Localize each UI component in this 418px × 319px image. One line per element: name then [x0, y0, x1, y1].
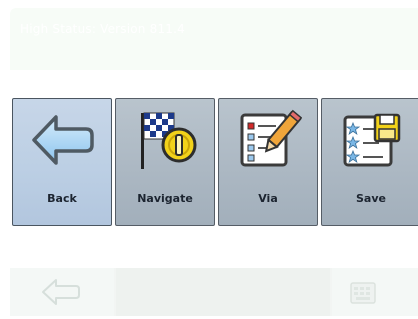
back-button[interactable]: Back — [12, 98, 112, 226]
navigate-button[interactable]: Navigate — [115, 98, 215, 226]
menu-button-row: Back Navigate Via Save — [12, 98, 418, 228]
bottom-back-button[interactable] — [40, 276, 82, 308]
checklist-pencil-icon — [236, 107, 303, 173]
back-button-label: Back — [47, 192, 77, 205]
title-bar: High Status: Version 811.4 — [10, 8, 418, 70]
via-button[interactable]: Via — [218, 98, 318, 226]
screen: High Status: Version 811.4 Back Navigate… — [0, 0, 418, 319]
arrow-left-icon — [30, 107, 96, 173]
navigate-button-label: Navigate — [137, 192, 193, 205]
page-title: High Status: Version 811.4 — [20, 22, 185, 36]
arrow-left-icon — [42, 279, 80, 305]
keyboard-icon — [350, 282, 376, 304]
bottom-toolbar-middle — [116, 268, 330, 316]
checkered-flag-icon — [133, 107, 199, 173]
via-button-label: Via — [258, 192, 278, 205]
star-list-disk-icon — [339, 107, 405, 173]
bottom-toolbar — [10, 268, 418, 316]
keyboard-button[interactable] — [350, 281, 376, 305]
save-button-label: Save — [356, 192, 386, 205]
save-button[interactable]: Save — [321, 98, 418, 226]
